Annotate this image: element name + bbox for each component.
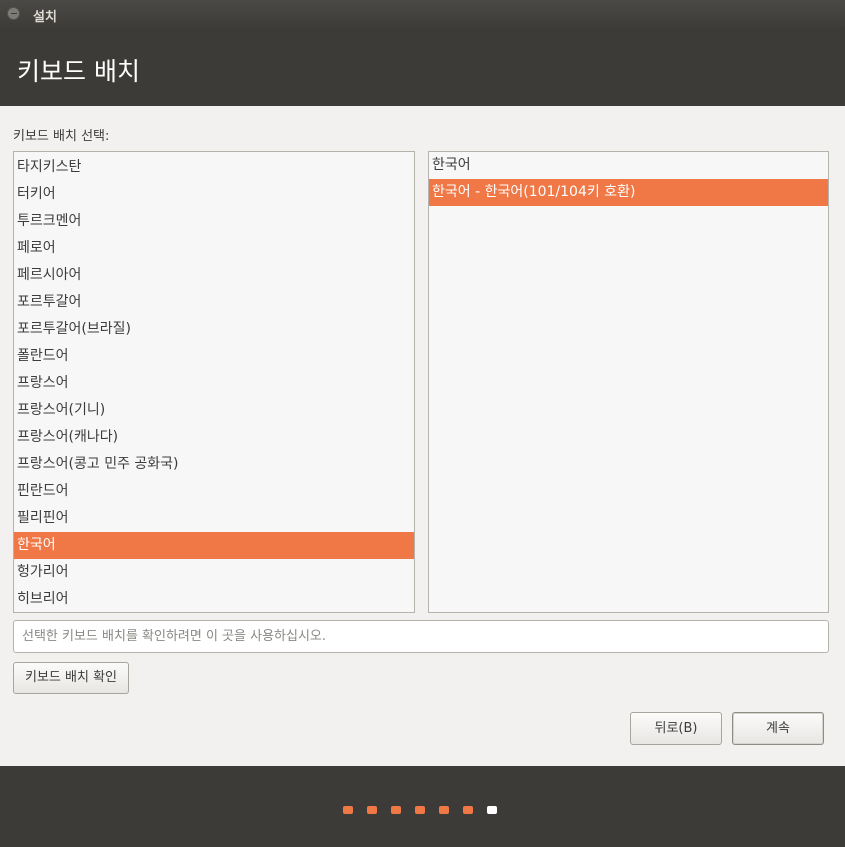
layout-list-item[interactable]: 포르투갈어(브라질) bbox=[14, 316, 414, 343]
layout-list[interactable]: 타지키스탄 터키어 투르크멘어 페로어 페르시아어 포르투갈어 포르투갈어(브라질) 폴란드어… bbox=[13, 151, 415, 613]
layout-list-item[interactable]: 히브리어 bbox=[14, 586, 414, 612]
progress-dot bbox=[367, 806, 377, 814]
progress-dot bbox=[439, 806, 449, 814]
layout-list-item[interactable]: 프랑스어(기니) bbox=[14, 397, 414, 424]
main-panel: 키보드 배치 선택: 타지키스탄 터키어 투르크멘어 페로어 페르시아어 포르투갈어 포르투… bbox=[0, 106, 845, 766]
variant-list-item[interactable]: 한국어 - 한국어(101/104키 호환) bbox=[429, 179, 828, 206]
window-titlebar: 설치 bbox=[0, 0, 845, 28]
layout-list-item[interactable]: 프랑스어 bbox=[14, 370, 414, 397]
variant-list[interactable]: 한국어 한국어 - 한국어(101/104키 호환) bbox=[428, 151, 829, 613]
back-button[interactable]: 뒤로(B) bbox=[630, 712, 722, 745]
progress-dot bbox=[487, 806, 497, 814]
layout-list-item[interactable]: 한국어 bbox=[14, 532, 414, 559]
layout-list-item[interactable]: 타지키스탄 bbox=[14, 154, 414, 181]
progress-dot bbox=[415, 806, 425, 814]
close-icon[interactable] bbox=[7, 7, 20, 20]
layout-list-item[interactable]: 포르투갈어 bbox=[14, 289, 414, 316]
continue-button[interactable]: 계속 bbox=[732, 712, 824, 745]
page-header: 키보드 배치 bbox=[0, 28, 845, 106]
progress-dot bbox=[343, 806, 353, 814]
variant-list-item[interactable]: 한국어 bbox=[429, 152, 828, 179]
detect-layout-button[interactable]: 키보드 배치 확인 bbox=[13, 662, 129, 694]
keyboard-test-input[interactable] bbox=[13, 620, 829, 653]
progress-dot bbox=[391, 806, 401, 814]
layout-list-item[interactable]: 투르크멘어 bbox=[14, 208, 414, 235]
layout-list-item[interactable]: 폴란드어 bbox=[14, 343, 414, 370]
layout-select-label: 키보드 배치 선택: bbox=[13, 129, 110, 144]
layout-list-item[interactable]: 프랑스어(캐나다) bbox=[14, 424, 414, 451]
layout-list-item[interactable]: 페르시아어 bbox=[14, 262, 414, 289]
window-title: 설치 bbox=[33, 10, 57, 25]
layout-list-item[interactable]: 터키어 bbox=[14, 181, 414, 208]
layout-list-item[interactable]: 페로어 bbox=[14, 235, 414, 262]
progress-dot bbox=[463, 806, 473, 814]
page-title: 키보드 배치 bbox=[17, 57, 140, 86]
layout-list-item[interactable]: 프랑스어(콩고 민주 공화국) bbox=[14, 451, 414, 478]
progress-footer bbox=[0, 766, 845, 847]
layout-list-item[interactable]: 헝가리어 bbox=[14, 559, 414, 586]
layout-list-item[interactable]: 필리핀어 bbox=[14, 505, 414, 532]
layout-list-item[interactable]: 핀란드어 bbox=[14, 478, 414, 505]
